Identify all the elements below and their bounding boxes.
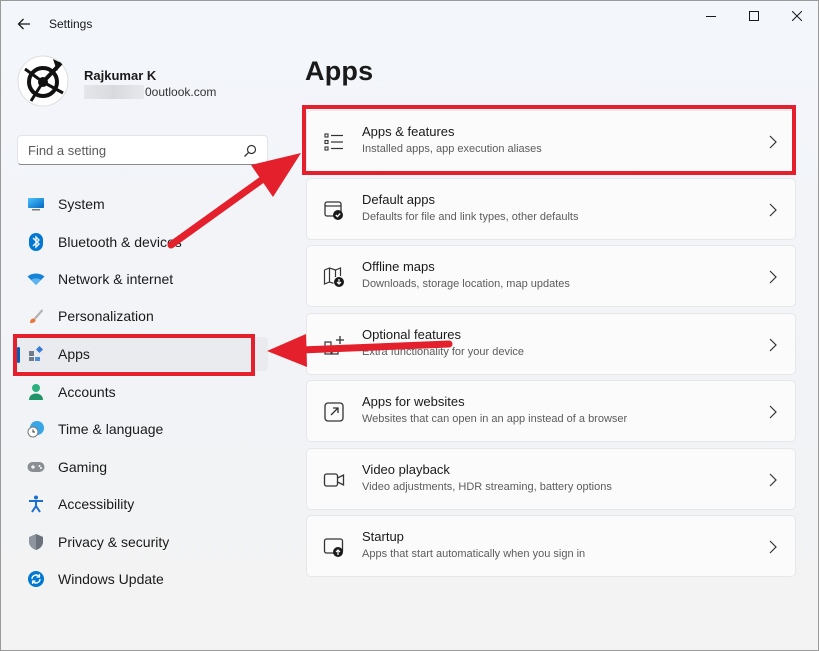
card-title: Default apps [362, 192, 435, 207]
maximize-icon [749, 11, 759, 21]
minimize-button[interactable] [689, 5, 733, 27]
offline-maps-card[interactable]: Offline maps Downloads, storage location… [306, 245, 796, 307]
email-redaction [84, 85, 144, 99]
shield-icon [27, 533, 45, 551]
card-title: Video playback [362, 462, 450, 477]
card-description: Video adjustments, HDR streaming, batter… [362, 481, 612, 493]
card-description: Installed apps, app execution aliases [362, 143, 542, 155]
update-icon [27, 570, 45, 588]
sidebar-item-windows-update[interactable]: Windows Update [17, 562, 268, 596]
open-external-icon [324, 402, 344, 422]
card-title: Offline maps [362, 259, 435, 274]
active-indicator [17, 347, 20, 363]
card-title: Apps for websites [362, 394, 465, 409]
startup-icon [323, 538, 344, 557]
sidebar-item-bluetooth[interactable]: Bluetooth & devices [17, 225, 268, 259]
sidebar-item-privacy-security[interactable]: Privacy & security [17, 525, 268, 559]
sidebar-item-label: Network & internet [58, 271, 174, 287]
sidebar-item-label: Bluetooth & devices [58, 234, 182, 250]
user-name: Rajkumar K [84, 68, 157, 83]
card-title: Optional features [362, 327, 462, 342]
optional-features-icon [324, 336, 344, 355]
search-icon[interactable] [243, 144, 257, 158]
apps-for-websites-card[interactable]: Apps for websites Websites that can open… [306, 380, 796, 442]
user-email: 0outlook.com [84, 85, 216, 99]
bluetooth-icon [27, 233, 45, 251]
sidebar-item-label: Accessibility [58, 496, 135, 512]
clock-globe-icon [27, 420, 45, 438]
sidebar-item-personalization[interactable]: Personalization [17, 299, 268, 333]
chevron-right-icon [769, 135, 777, 149]
card-title: Startup [362, 529, 404, 544]
card-description: Websites that can open in an app instead… [362, 413, 628, 425]
optional-features-card[interactable]: Optional features Extra functionality fo… [306, 313, 796, 375]
wifi-icon [27, 270, 45, 288]
startup-card[interactable]: Startup Apps that start automatically wh… [306, 515, 796, 577]
system-icon [27, 195, 45, 213]
video-playback-card[interactable]: Video playback Video adjustments, HDR st… [306, 448, 796, 510]
chevron-right-icon [769, 473, 777, 487]
sidebar-item-label: Accounts [58, 384, 116, 400]
title-bar: Settings [1, 1, 818, 47]
accounts-icon [27, 383, 45, 401]
search-input[interactable] [18, 136, 267, 164]
chevron-right-icon [769, 405, 777, 419]
avatar-logo [17, 55, 69, 107]
card-description: Extra functionality for your device [362, 346, 525, 358]
sidebar-item-network[interactable]: Network & internet [17, 262, 268, 296]
close-button[interactable] [775, 5, 818, 27]
brush-icon [27, 307, 45, 325]
sidebar-item-accessibility[interactable]: Accessibility [17, 487, 268, 521]
map-download-icon [323, 267, 344, 287]
user-email-domain: 0outlook.com [145, 85, 217, 99]
page-title: Apps [305, 56, 374, 86]
sidebar-item-time-language[interactable]: Time & language [17, 412, 268, 446]
apps-features-card[interactable]: Apps & features Installed apps, app exec… [306, 110, 796, 172]
sidebar-item-accounts[interactable]: Accounts [17, 375, 268, 409]
default-apps-icon [324, 201, 343, 220]
sidebar-item-label: Windows Update [58, 571, 164, 587]
card-description: Defaults for file and link types, other … [362, 211, 579, 223]
gamepad-icon [27, 458, 45, 476]
card-title: Apps & features [362, 124, 455, 139]
sidebar-item-label: Apps [58, 346, 90, 362]
maximize-button[interactable] [732, 5, 776, 27]
chevron-right-icon [769, 540, 777, 554]
sidebar-item-label: System [58, 196, 105, 212]
card-description: Apps that start automatically when you s… [362, 548, 586, 560]
apps-icon [27, 345, 45, 363]
default-apps-card[interactable]: Default apps Defaults for file and link … [306, 178, 796, 240]
sidebar-item-label: Time & language [58, 421, 164, 437]
video-camera-icon [323, 473, 345, 487]
sidebar-item-label: Personalization [58, 308, 154, 324]
window-title: Settings [49, 17, 93, 31]
chevron-right-icon [769, 338, 777, 352]
sidebar-item-apps[interactable]: Apps [17, 337, 268, 371]
sidebar-item-system[interactable]: System [17, 187, 268, 221]
card-description: Downloads, storage location, map updates [362, 278, 570, 290]
avatar[interactable] [17, 55, 69, 107]
settings-window: Settings Rajkumar K 0outlook.com Find a … [0, 0, 819, 651]
accessibility-icon [27, 495, 45, 513]
chevron-right-icon [769, 203, 777, 217]
close-icon [792, 11, 802, 21]
chevron-right-icon [769, 270, 777, 284]
back-arrow-icon [17, 18, 30, 30]
list-icon [324, 133, 343, 151]
search-box[interactable] [17, 135, 268, 165]
minimize-icon [706, 16, 716, 17]
sidebar-item-label: Privacy & security [58, 534, 170, 550]
sidebar-item-label: Gaming [58, 459, 108, 475]
back-button[interactable] [11, 13, 37, 35]
sidebar-item-gaming[interactable]: Gaming [17, 450, 268, 484]
